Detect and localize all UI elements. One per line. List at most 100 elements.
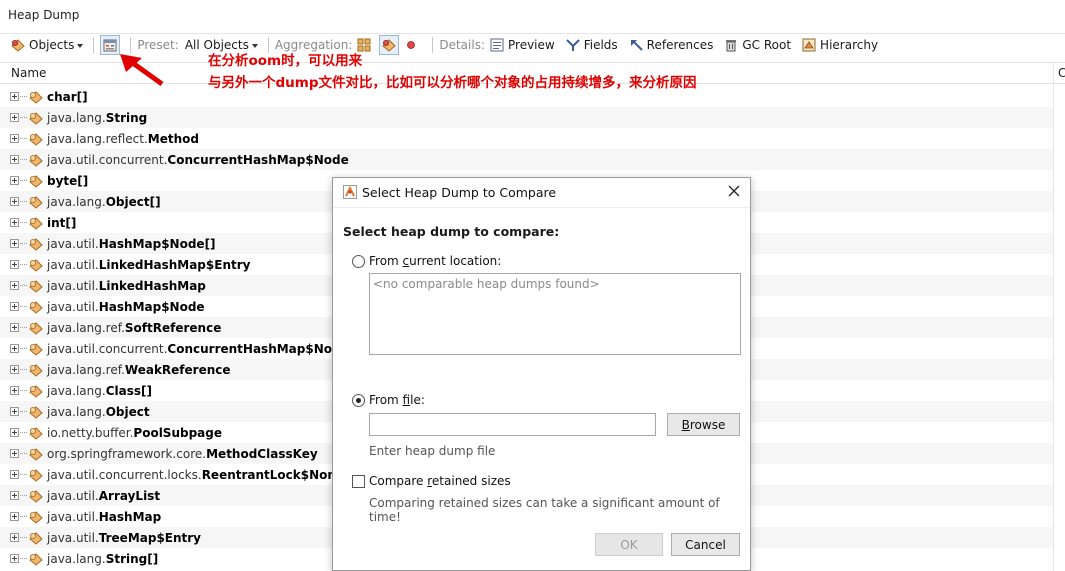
hierarchy-icon <box>802 38 816 52</box>
window-title-bar: Heap Dump <box>0 0 1065 34</box>
expand-toggle-icon[interactable] <box>10 323 19 332</box>
annotation-text-line-2: 与另外一个dump文件对比，比如可以分析哪个对象的占用持续增多，来分析原因 <box>208 75 697 91</box>
class-icon <box>29 153 43 167</box>
expand-toggle-icon[interactable] <box>10 260 19 269</box>
next-column-header[interactable]: C <box>1058 66 1065 80</box>
package-name: java.lang.ref. <box>47 362 125 377</box>
dialog-title: Select Heap Dump to Compare <box>362 185 557 200</box>
from-file-radio[interactable] <box>352 394 365 407</box>
expand-toggle-icon[interactable] <box>10 344 19 353</box>
expand-toggle-icon[interactable] <box>10 218 19 227</box>
tree-line <box>20 390 27 391</box>
expand-toggle-icon[interactable] <box>10 407 19 416</box>
expand-toggle-icon[interactable] <box>10 491 19 500</box>
class-name: Object <box>105 404 150 419</box>
file-path-input[interactable] <box>369 413 656 436</box>
expand-toggle-icon[interactable] <box>10 512 19 521</box>
fields-icon <box>566 39 580 51</box>
dot-icon <box>407 41 416 49</box>
browse-button[interactable]: Browse <box>667 413 740 436</box>
column-divider[interactable] <box>1053 62 1054 571</box>
table-row[interactable]: java.util.concurrent. ConcurrentHashMap$N… <box>0 149 1053 170</box>
chevron-down-icon <box>251 44 258 48</box>
expand-toggle-icon[interactable] <box>10 365 19 374</box>
class-name: HashMap$Node <box>98 299 205 314</box>
package-name: java.util. <box>47 278 99 293</box>
class-icon <box>29 258 43 272</box>
class-name: LinkedHashMap$Entry <box>98 257 251 272</box>
expand-toggle-icon[interactable] <box>10 302 19 311</box>
expand-toggle-icon[interactable] <box>10 428 19 437</box>
package-name: java.util. <box>47 299 99 314</box>
class-name: WeakReference <box>124 362 231 377</box>
fields-button[interactable]: Fields <box>565 35 618 55</box>
aggregation-instances-button[interactable] <box>403 35 422 55</box>
class-name: byte[] <box>47 173 89 188</box>
cancel-button[interactable]: Cancel <box>671 533 740 556</box>
expand-toggle-icon[interactable] <box>10 134 19 143</box>
annotation-arrow <box>120 54 164 87</box>
table-row[interactable]: java.lang.reflect. Method <box>0 128 1053 149</box>
file-hint: Enter heap dump file <box>369 444 496 458</box>
class-icon <box>29 90 43 104</box>
class-icon <box>29 363 43 377</box>
tree-line <box>20 117 27 118</box>
expand-toggle-icon[interactable] <box>10 113 19 122</box>
from-current-location-radio[interactable] <box>352 255 365 268</box>
class-icon <box>29 174 43 188</box>
expand-toggle-icon[interactable] <box>10 386 19 395</box>
class-icon <box>29 531 43 545</box>
compare-retained-checkbox[interactable] <box>352 475 365 488</box>
objects-icon <box>11 39 25 52</box>
expand-toggle-icon[interactable] <box>10 533 19 542</box>
tree-line <box>20 474 27 475</box>
expand-toggle-icon[interactable] <box>10 155 19 164</box>
gc-root-button[interactable]: GC Root <box>723 35 791 55</box>
tree-line <box>20 558 27 559</box>
class-icon <box>29 552 43 566</box>
expand-toggle-icon[interactable] <box>10 197 19 206</box>
class-icon <box>29 132 43 146</box>
view-selector[interactable]: Objects <box>10 35 84 55</box>
package-name: java.util.concurrent. <box>47 152 168 167</box>
hierarchy-button[interactable]: Hierarchy <box>801 35 878 55</box>
dialog-title-bar[interactable]: Select Heap Dump to Compare <box>333 178 750 208</box>
expand-toggle-icon[interactable] <box>10 470 19 479</box>
fields-label: Fields <box>583 38 618 52</box>
preview-icon <box>490 38 504 52</box>
references-button[interactable]: References <box>628 35 713 55</box>
name-column-header[interactable]: Name <box>11 66 46 80</box>
class-name: ConcurrentHashMap$Node <box>167 152 349 167</box>
aggregation-objects-button[interactable] <box>379 35 400 55</box>
toolbar-divider <box>432 37 434 53</box>
mnemonic: B <box>681 417 690 432</box>
package-name: java.lang. <box>47 110 106 125</box>
tree-line <box>20 264 27 265</box>
tree-line <box>20 432 27 433</box>
preview-button[interactable]: Preview <box>489 35 555 55</box>
compare-retained-label[interactable]: Compare retained sizes <box>369 474 511 488</box>
package-name: java.util. <box>47 530 99 545</box>
close-icon[interactable] <box>726 183 742 199</box>
expand-toggle-icon[interactable] <box>10 449 19 458</box>
table-row[interactable]: java.lang. String <box>0 107 1053 128</box>
class-icon <box>29 447 43 461</box>
package-name: org.springframework.core. <box>47 446 207 461</box>
package-name: java.util. <box>47 488 99 503</box>
from-file-label[interactable]: From file: <box>369 393 425 407</box>
expand-toggle-icon[interactable] <box>10 239 19 248</box>
ok-button[interactable]: OK <box>595 533 663 556</box>
class-icon <box>29 489 43 503</box>
expand-toggle-icon[interactable] <box>10 554 19 563</box>
package-name: java.lang. <box>47 383 106 398</box>
compare-icon <box>103 39 117 52</box>
expand-toggle-icon[interactable] <box>10 281 19 290</box>
from-current-location-label[interactable]: From current location: <box>369 254 501 268</box>
expand-toggle-icon[interactable] <box>10 92 19 101</box>
heap-dump-list[interactable]: <no comparable heap dumps found> <box>369 273 741 355</box>
package-name: java.lang. <box>47 551 106 566</box>
tab-heap-dump[interactable]: Heap Dump <box>8 8 79 22</box>
package-name: java.util. <box>47 509 99 524</box>
expand-toggle-icon[interactable] <box>10 176 19 185</box>
package-name: java.util. <box>47 257 99 272</box>
